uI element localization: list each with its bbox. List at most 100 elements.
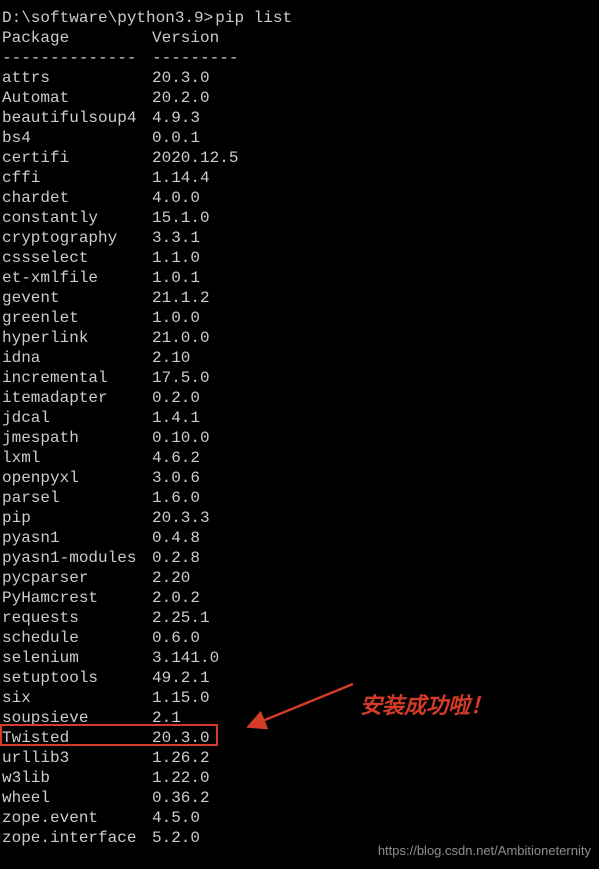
package-name: jdcal — [2, 408, 152, 428]
package-row: pyasn1-modules0.2.8 — [2, 548, 597, 568]
package-name: Twisted — [2, 728, 152, 748]
package-name: constantly — [2, 208, 152, 228]
package-row: pycparser2.20 — [2, 568, 597, 588]
package-row: pip20.3.3 — [2, 508, 597, 528]
package-name: pycparser — [2, 568, 152, 588]
package-row: cryptography3.3.1 — [2, 228, 597, 248]
package-name: PyHamcrest — [2, 588, 152, 608]
package-version: 2.0.2 — [152, 588, 200, 608]
prompt-line: D:\software\python3.9>pip list — [2, 8, 597, 28]
package-name: cssselect — [2, 248, 152, 268]
package-name: setuptools — [2, 668, 152, 688]
package-version: 21.0.0 — [152, 328, 210, 348]
package-row: PyHamcrest2.0.2 — [2, 588, 597, 608]
package-row: urllib31.26.2 — [2, 748, 597, 768]
package-row: requests2.25.1 — [2, 608, 597, 628]
package-version: 0.6.0 — [152, 628, 200, 648]
package-name: wheel — [2, 788, 152, 808]
package-version: 0.4.8 — [152, 528, 200, 548]
package-version: 4.5.0 — [152, 808, 200, 828]
package-name: bs4 — [2, 128, 152, 148]
package-version: 20.2.0 — [152, 88, 210, 108]
package-row: w3lib1.22.0 — [2, 768, 597, 788]
package-version: 1.6.0 — [152, 488, 200, 508]
package-name: greenlet — [2, 308, 152, 328]
package-version: 4.9.3 — [152, 108, 200, 128]
divider-version: --------- — [152, 48, 238, 68]
package-version: 1.15.0 — [152, 688, 210, 708]
package-version: 4.0.0 — [152, 188, 200, 208]
package-row: openpyxl3.0.6 — [2, 468, 597, 488]
package-name: cffi — [2, 168, 152, 188]
package-version: 0.36.2 — [152, 788, 210, 808]
package-name: six — [2, 688, 152, 708]
package-name: et-xmlfile — [2, 268, 152, 288]
package-row: itemadapter0.2.0 — [2, 388, 597, 408]
package-version: 2.25.1 — [152, 608, 210, 628]
package-version: 0.2.8 — [152, 548, 200, 568]
package-name: chardet — [2, 188, 152, 208]
package-name: selenium — [2, 648, 152, 668]
package-version: 20.3.3 — [152, 508, 210, 528]
package-version: 20.3.0 — [152, 728, 210, 748]
package-row: six1.15.0 — [2, 688, 597, 708]
package-version: 2.10 — [152, 348, 190, 368]
package-row: beautifulsoup44.9.3 — [2, 108, 597, 128]
package-version: 2.1 — [152, 708, 181, 728]
package-name: openpyxl — [2, 468, 152, 488]
package-version: 17.5.0 — [152, 368, 210, 388]
package-version: 0.10.0 — [152, 428, 210, 448]
package-version: 15.1.0 — [152, 208, 210, 228]
package-version: 0.0.1 — [152, 128, 200, 148]
annotation-text: 安装成功啦！ — [360, 696, 492, 716]
package-version: 3.141.0 — [152, 648, 219, 668]
package-version: 1.22.0 — [152, 768, 210, 788]
package-name: cryptography — [2, 228, 152, 248]
package-version: 21.1.2 — [152, 288, 210, 308]
package-name: jmespath — [2, 428, 152, 448]
package-row: selenium3.141.0 — [2, 648, 597, 668]
package-name: parsel — [2, 488, 152, 508]
package-row: greenlet1.0.0 — [2, 308, 597, 328]
package-row: pyasn10.4.8 — [2, 528, 597, 548]
package-name: beautifulsoup4 — [2, 108, 152, 128]
package-name: w3lib — [2, 768, 152, 788]
package-row: constantly15.1.0 — [2, 208, 597, 228]
package-name: hyperlink — [2, 328, 152, 348]
package-version: 20.3.0 — [152, 68, 210, 88]
package-name: idna — [2, 348, 152, 368]
package-row: idna2.10 — [2, 348, 597, 368]
package-list: attrs20.3.0Automat20.2.0beautifulsoup44.… — [2, 68, 597, 848]
package-version: 1.4.1 — [152, 408, 200, 428]
package-version: 2.20 — [152, 568, 190, 588]
package-row: schedule0.6.0 — [2, 628, 597, 648]
package-name: pyasn1-modules — [2, 548, 152, 568]
header-package: Package — [2, 28, 152, 48]
header-version: Version — [152, 28, 219, 48]
package-version: 1.0.1 — [152, 268, 200, 288]
command-text: pip list — [215, 8, 292, 28]
package-name: attrs — [2, 68, 152, 88]
package-row: bs40.0.1 — [2, 128, 597, 148]
package-version: 4.6.2 — [152, 448, 200, 468]
package-name: lxml — [2, 448, 152, 468]
package-name: urllib3 — [2, 748, 152, 768]
package-row: lxml4.6.2 — [2, 448, 597, 468]
package-row: wheel0.36.2 — [2, 788, 597, 808]
divider-row: ----------------------- — [2, 48, 597, 68]
package-version: 0.2.0 — [152, 388, 200, 408]
package-row: soupsieve2.1 — [2, 708, 597, 728]
package-name: schedule — [2, 628, 152, 648]
package-name: pyasn1 — [2, 528, 152, 548]
package-version: 3.3.1 — [152, 228, 200, 248]
package-row: attrs20.3.0 — [2, 68, 597, 88]
package-version: 1.0.0 — [152, 308, 200, 328]
package-name: soupsieve — [2, 708, 152, 728]
package-row: chardet4.0.0 — [2, 188, 597, 208]
package-name: certifi — [2, 148, 152, 168]
package-name: Automat — [2, 88, 152, 108]
package-row: Automat20.2.0 — [2, 88, 597, 108]
package-row: zope.event4.5.0 — [2, 808, 597, 828]
package-version: 1.14.4 — [152, 168, 210, 188]
package-row: gevent21.1.2 — [2, 288, 597, 308]
